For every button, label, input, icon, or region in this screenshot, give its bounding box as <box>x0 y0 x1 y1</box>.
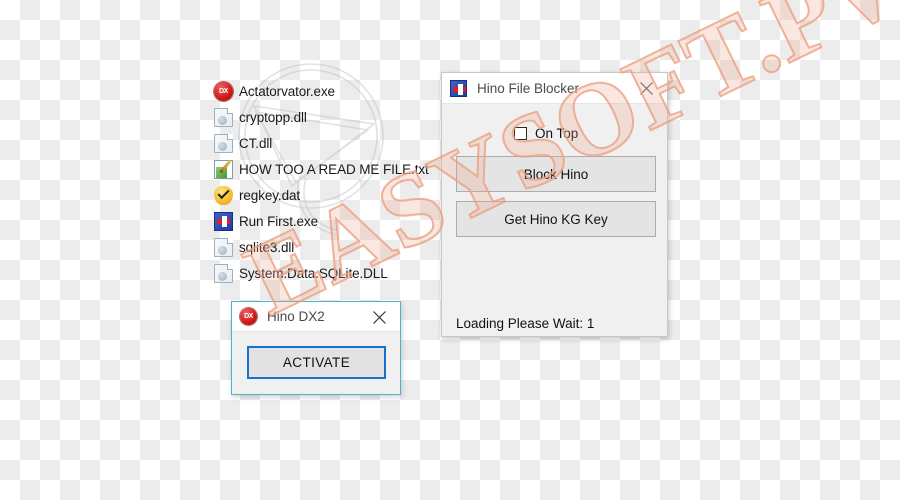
dll-file-icon <box>214 237 233 257</box>
list-item[interactable]: regkey.dat <box>214 182 444 208</box>
window-title: Hino DX2 <box>267 309 325 324</box>
shield-check-icon <box>214 185 233 205</box>
list-item[interactable]: cryptopp.dll <box>214 104 444 130</box>
hino-dx2-window: DX Hino DX2 ACTIVATE <box>231 301 401 395</box>
dx-red-badge-icon: DX <box>214 81 233 101</box>
close-button[interactable] <box>358 302 400 333</box>
activate-button[interactable]: ACTIVATE <box>247 346 386 379</box>
close-icon <box>372 311 386 324</box>
file-list: DX Actatorvator.exe cryptopp.dll CT.dll … <box>214 78 444 286</box>
file-name: sqlite3.dll <box>239 239 295 255</box>
window-body: ACTIVATE <box>232 332 400 394</box>
file-name: System.Data.SQLite.DLL <box>239 265 388 281</box>
file-name: HOW TOO A READ ME FILE.txt <box>239 161 429 177</box>
list-item[interactable]: System.Data.SQLite.DLL <box>214 260 444 286</box>
block-hino-button[interactable]: Block Hino <box>456 156 656 192</box>
checkbox-box[interactable] <box>514 127 527 140</box>
status-text: Loading Please Wait: 1 <box>456 316 595 331</box>
dll-file-icon <box>214 107 233 127</box>
window-body: On Top Block Hino Get Hino KG Key Loadin… <box>442 104 667 336</box>
hino-blocker-app-icon <box>450 79 467 97</box>
text-document-icon <box>214 159 233 179</box>
list-item[interactable]: sqlite3.dll <box>214 234 444 260</box>
dll-file-icon <box>214 263 233 283</box>
get-hino-kg-key-button[interactable]: Get Hino KG Key <box>456 201 656 237</box>
file-name: Actatorvator.exe <box>239 83 335 99</box>
file-name: Run First.exe <box>239 213 318 229</box>
hino-file-blocker-window: Hino File Blocker On Top Block Hino Get … <box>441 72 668 337</box>
list-item[interactable]: DX Actatorvator.exe <box>214 78 444 104</box>
list-item[interactable]: HOW TOO A READ ME FILE.txt <box>214 156 444 182</box>
file-name: cryptopp.dll <box>239 109 307 125</box>
title-bar: DX Hino DX2 <box>232 302 400 332</box>
dx-red-badge-icon: DX <box>240 308 257 325</box>
on-top-label: On Top <box>535 126 579 141</box>
hino-blocker-app-icon <box>214 211 233 231</box>
screenshot-canvas: DX Actatorvator.exe cryptopp.dll CT.dll … <box>0 0 900 500</box>
list-item[interactable]: CT.dll <box>214 130 444 156</box>
dll-file-icon <box>214 133 233 153</box>
close-button[interactable] <box>625 73 667 104</box>
list-item[interactable]: Run First.exe <box>214 208 444 234</box>
file-name: regkey.dat <box>239 187 301 203</box>
on-top-checkbox[interactable]: On Top <box>514 126 578 141</box>
close-icon <box>639 82 653 95</box>
window-title: Hino File Blocker <box>477 80 580 96</box>
file-name: CT.dll <box>239 135 273 151</box>
title-bar: Hino File Blocker <box>442 73 667 104</box>
